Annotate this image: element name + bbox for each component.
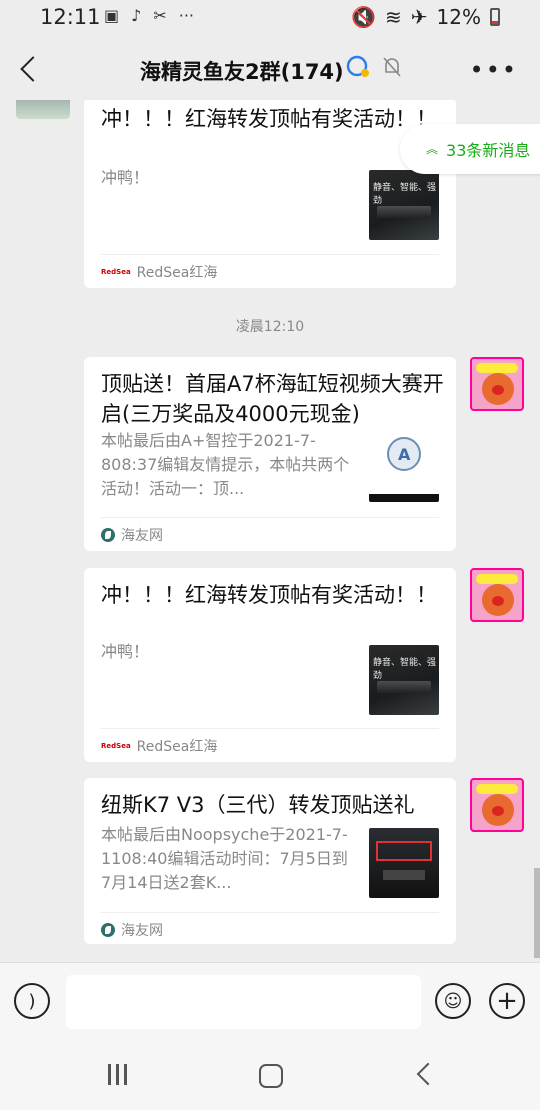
- more-options-icon[interactable]: •••: [470, 56, 518, 84]
- battery-icon: [490, 8, 500, 26]
- svg-text:A: A: [398, 445, 411, 464]
- card-description: 本帖最后由Noopsyche于2021-7-1108:40编辑活动时间：7月5日…: [101, 825, 348, 892]
- airplane-icon: ✈: [410, 5, 428, 29]
- status-bar: 12:11 ▣ ♪ ✂ ··· 🔇 ≋ ✈ 12%: [0, 0, 540, 38]
- voice-icon[interactable]: ): [14, 983, 50, 1019]
- message-input[interactable]: [66, 975, 421, 1029]
- back-nav-icon[interactable]: [416, 1062, 440, 1086]
- link-card[interactable]: 冲！！！红海转发顶帖有奖活动！！ 冲鸭！ 静音、智能、强劲 RedSea Red…: [84, 568, 456, 762]
- chat-area[interactable]: 冲！！！红海转发顶帖有奖活动！！ 冲鸭！ 静音、智能、强劲 RedSea Red…: [0, 100, 540, 962]
- card-thumbnail: 静音、智能、强劲: [369, 645, 439, 715]
- gallery-icon: ▣: [104, 6, 120, 25]
- card-title: 纽斯K7 V3（三代）转发顶贴送礼: [101, 793, 415, 817]
- mute-icon: 🔇: [351, 5, 377, 29]
- notification-icons: ▣ ♪ ✂ ···: [104, 6, 194, 25]
- card-title: 顶贴送！首届A7杯海缸短视频大赛开启(三万奖品及4000元现金): [101, 372, 444, 426]
- card-thumbnail: [369, 828, 439, 898]
- new-messages-button[interactable]: ︽ 33条新消息: [400, 124, 540, 174]
- timestamp: 凌晨12:10: [235, 319, 305, 335]
- card-description: 冲鸭！: [101, 168, 150, 187]
- sender-avatar[interactable]: [470, 568, 524, 622]
- scrollbar[interactable]: [534, 868, 540, 958]
- app-icon: ✂: [153, 6, 167, 25]
- link-card[interactable]: 纽斯K7 V3（三代）转发顶贴送礼 本帖最后由Noopsyche于2021-7-…: [84, 778, 456, 944]
- back-button[interactable]: [14, 52, 44, 86]
- system-nav-bar: [0, 1040, 540, 1110]
- title-icons: [344, 55, 402, 79]
- redsea-logo-icon: RedSea: [101, 742, 131, 750]
- system-icons: 🔇 ≋ ✈ 12%: [351, 5, 500, 29]
- sender-avatar[interactable]: [470, 357, 524, 411]
- card-title: 冲！！！红海转发顶帖有奖活动！！: [101, 583, 437, 607]
- sender-avatar[interactable]: [16, 100, 70, 119]
- source-name: 海友网: [121, 528, 163, 544]
- tiktok-icon: ♪: [131, 6, 142, 25]
- card-source: RedSea RedSea红海: [101, 736, 217, 756]
- source-name: RedSea红海: [136, 265, 218, 281]
- link-card[interactable]: 顶贴送！首届A7杯海缸短视频大赛开启(三万奖品及4000元现金) 本帖最后由A+…: [84, 357, 456, 551]
- add-icon[interactable]: +: [489, 983, 525, 1019]
- input-bar: ) ☺ +: [0, 962, 540, 1040]
- redsea-logo-icon: RedSea: [101, 268, 131, 276]
- new-messages-label: 33条新消息: [446, 141, 531, 160]
- source-name: RedSea红海: [136, 739, 218, 755]
- mute-bell-icon: [383, 57, 401, 77]
- card-description: 冲鸭！: [101, 642, 150, 661]
- card-thumbnail: 静音、智能、强劲: [369, 170, 439, 240]
- more-notifications-icon: ···: [178, 6, 195, 25]
- chat-title[interactable]: 海精灵鱼友2群(174): [140, 56, 344, 86]
- card-title: 冲！！！红海转发顶帖有奖活动！！: [101, 107, 437, 131]
- haiyou-logo-icon: [101, 528, 115, 542]
- card-source: 海友网: [101, 920, 163, 940]
- sender-avatar[interactable]: [470, 778, 524, 832]
- status-time: 12:11: [40, 5, 101, 29]
- card-thumbnail: A: [369, 432, 439, 502]
- card-description: 本帖最后由A+智控于2021-7-808:37编辑友情提示，本帖共两个活动！活动…: [101, 431, 350, 498]
- haiyou-logo-icon: [101, 923, 115, 937]
- group-chat-icon: [346, 55, 369, 77]
- recent-apps-icon[interactable]: [108, 1064, 127, 1085]
- source-name: 海友网: [121, 923, 163, 939]
- double-chevron-up-icon: ︽: [426, 142, 439, 156]
- link-card[interactable]: 冲！！！红海转发顶帖有奖活动！！ 冲鸭！ 静音、智能、强劲 RedSea Red…: [84, 100, 456, 288]
- emoji-icon[interactable]: ☺: [435, 983, 471, 1019]
- card-source: RedSea RedSea红海: [101, 262, 217, 282]
- battery-percent: 12%: [436, 5, 481, 29]
- home-icon[interactable]: [259, 1064, 283, 1088]
- card-source: 海友网: [101, 525, 163, 545]
- wifi-icon: ≋: [385, 5, 402, 29]
- chat-header: 海精灵鱼友2群(174) •••: [0, 38, 540, 100]
